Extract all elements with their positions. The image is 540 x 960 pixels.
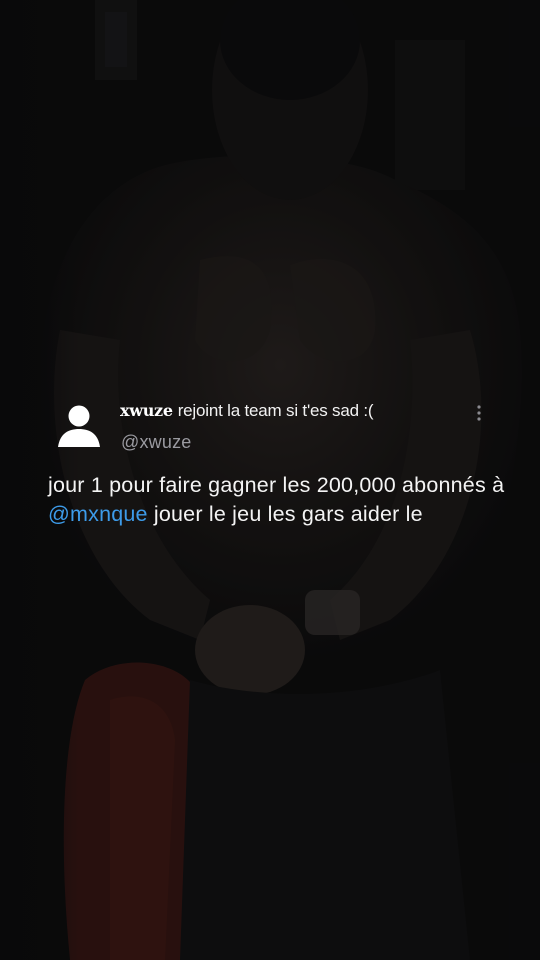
more-vertical-icon[interactable] (470, 403, 488, 425)
display-name[interactable]: xwuze (120, 401, 173, 420)
author-handle[interactable]: @xwuze (121, 432, 192, 453)
mention-link[interactable]: @mxnque (48, 502, 148, 526)
post-text-end: jouer le jeu les gars aider le (147, 502, 423, 526)
default-user-avatar-icon[interactable] (56, 403, 102, 449)
author-name-row[interactable]: xwuze rejoint la team si t'es sad :( (120, 401, 374, 423)
post-text: jour 1 pour faire gagner les 200,000 abo… (48, 471, 508, 529)
post-text-start: jour 1 pour faire gagner les 200,000 abo… (48, 473, 505, 497)
author-bio: rejoint la team si t'es sad :( (177, 401, 374, 420)
post-card: xwuze rejoint la team si t'es sad :( @xw… (0, 385, 540, 575)
